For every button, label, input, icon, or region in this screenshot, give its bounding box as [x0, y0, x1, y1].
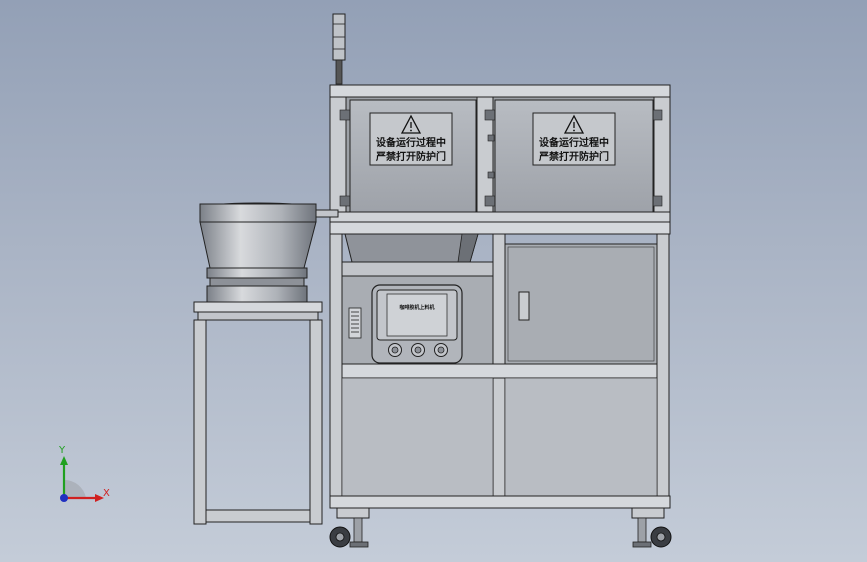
hmi-panel: 咖啡胶机上料机	[371, 284, 463, 364]
main-frame	[329, 221, 671, 509]
left-warning-line1: 设备运行过程中	[376, 136, 446, 149]
left-warning-line2: 严禁打开防护门	[375, 150, 446, 163]
bowl-feeder	[199, 202, 339, 303]
coordinate-triad: Y X	[58, 445, 110, 502]
z-axis-dot	[60, 494, 68, 502]
hmi-title: 咖啡胶机上料机	[399, 304, 434, 311]
hmi-knob-1	[388, 343, 402, 357]
x-axis-label: X	[103, 488, 110, 499]
caster-left	[329, 507, 370, 548]
machine-drawing: 设备运行过程中 严禁打开防护门 设备运行过程中 严禁打开防护门 咖啡胶机上料机 …	[58, 13, 672, 548]
vent-grille	[348, 307, 362, 339]
right-warning-line2: 严禁打开防护门	[538, 150, 609, 163]
y-axis-label: Y	[58, 445, 66, 456]
signal-tower	[332, 13, 346, 85]
hmi-knob-2	[411, 343, 425, 357]
caster-right	[631, 507, 672, 548]
cad-viewport[interactable]: 设备运行过程中 严禁打开防护门 设备运行过程中 严禁打开防护门 咖啡胶机上料机 …	[0, 0, 867, 562]
cabinet-handle	[518, 291, 530, 321]
hmi-knob-3	[434, 343, 448, 357]
feeder-stand	[193, 301, 323, 525]
right-warning-line1: 设备运行过程中	[539, 136, 609, 149]
left-warning-label: 设备运行过程中 严禁打开防护门	[369, 112, 453, 166]
right-warning-label: 设备运行过程中 严禁打开防护门	[532, 112, 616, 166]
